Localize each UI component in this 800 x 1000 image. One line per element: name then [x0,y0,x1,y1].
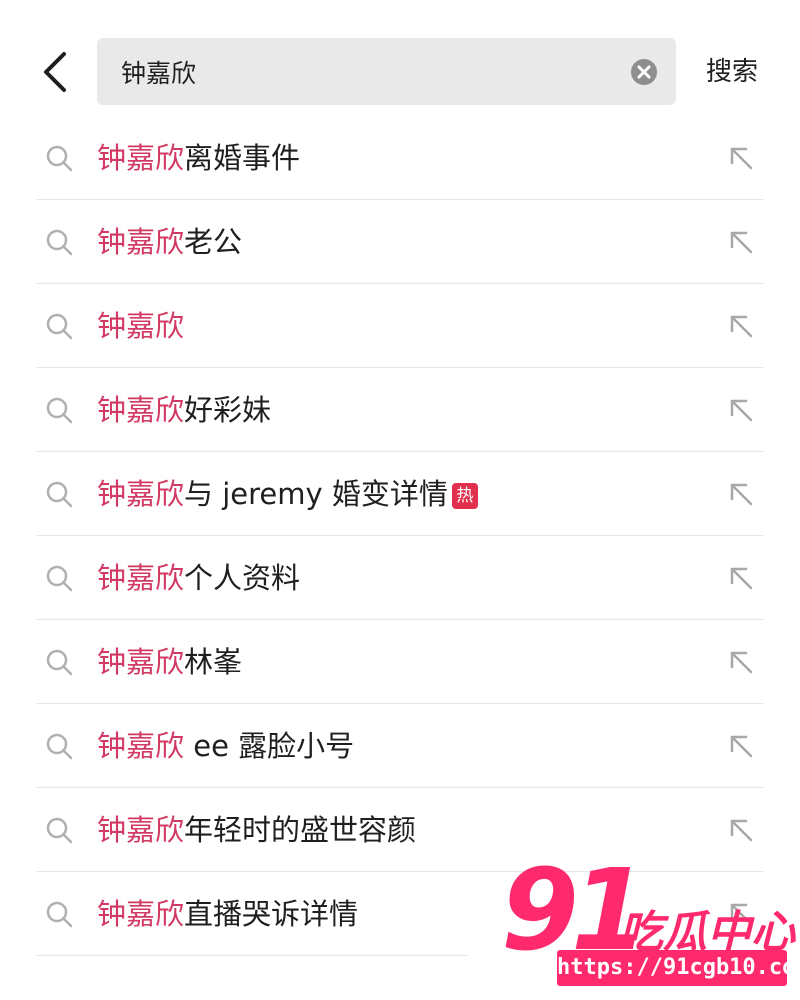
suggestion-keyword: 钟嘉欣 [97,729,185,763]
watermark: 91 吃瓜中心 https://91cgb10.com [497,846,800,1000]
suggestion-item[interactable]: 钟嘉欣与 jeremy 婚变详情热 [0,452,800,536]
suggestion-text: 钟嘉欣好彩妹 [97,388,271,432]
suggestion-item[interactable]: 钟嘉欣年轻时的盛世容颜 [0,788,800,872]
search-field[interactable] [97,38,676,105]
clear-icon[interactable] [630,58,658,86]
search-icon [46,649,73,676]
suggestion-rest: 老公 [184,225,243,259]
suggestion-rest: 直播哭诉详情 [184,897,359,931]
fill-arrow-icon[interactable] [727,312,755,340]
fill-arrow-icon[interactable] [727,144,755,172]
suggestion-rest: 林峯 [184,645,243,679]
suggestion-item[interactable]: 钟嘉欣个人资料 [0,536,800,620]
suggestion-keyword: 钟嘉欣 [97,141,185,175]
suggestion-keyword: 钟嘉欣 [97,897,185,931]
back-arrow-icon[interactable] [36,50,76,94]
suggestion-text: 钟嘉欣与 jeremy 婚变详情热 [97,472,478,516]
suggestion-text: 钟嘉欣老公 [97,220,242,264]
suggestion-item[interactable]: 钟嘉欣老公 [0,200,800,284]
search-icon [46,229,73,256]
search-input[interactable] [121,38,601,105]
search-icon [46,145,73,172]
fill-arrow-icon[interactable] [727,564,755,592]
watermark-url: https://91cgb10.com [557,950,800,986]
fill-arrow-icon[interactable] [727,480,755,508]
suggestion-list: 钟嘉欣离婚事件 钟嘉欣老公 钟嘉欣 钟嘉欣好彩妹 钟嘉欣与 jeremy 婚变详… [0,116,800,956]
suggestion-keyword: 钟嘉欣 [97,309,185,343]
suggestion-item[interactable]: 钟嘉欣 [0,284,800,368]
suggestion-item[interactable]: 钟嘉欣 ee 露脸小号 [0,704,800,788]
suggestion-rest: ee 露脸小号 [184,729,355,763]
fill-arrow-icon[interactable] [727,228,755,256]
fill-arrow-icon[interactable] [727,396,755,424]
suggestion-text: 钟嘉欣个人资料 [97,556,300,600]
suggestion-rest: 个人资料 [184,561,301,595]
suggestion-rest: 好彩妹 [184,393,272,427]
suggestion-keyword: 钟嘉欣 [97,477,185,511]
fill-arrow-icon[interactable] [727,732,755,760]
suggestion-keyword: 钟嘉欣 [97,561,185,595]
suggestion-item[interactable]: 钟嘉欣林峯 [0,620,800,704]
fill-arrow-icon[interactable] [727,816,755,844]
suggestion-keyword: 钟嘉欣 [97,393,185,427]
suggestion-item[interactable]: 钟嘉欣好彩妹 [0,368,800,452]
suggestion-rest: 离婚事件 [184,141,301,175]
suggestion-keyword: 钟嘉欣 [97,225,185,259]
suggestion-text: 钟嘉欣年轻时的盛世容颜 [97,808,416,852]
search-icon [46,901,73,928]
suggestion-text: 钟嘉欣 [97,304,184,348]
suggestion-text: 钟嘉欣林峯 [97,640,242,684]
suggestion-rest: 年轻时的盛世容颜 [184,813,417,847]
fill-arrow-icon[interactable] [727,648,755,676]
suggestion-keyword: 钟嘉欣 [97,645,185,679]
search-icon [46,397,73,424]
search-icon [46,481,73,508]
suggestion-keyword: 钟嘉欣 [97,813,185,847]
divider [36,955,468,956]
search-icon [46,817,73,844]
search-icon [46,565,73,592]
search-header: 搜索 [0,0,800,114]
suggestion-text: 钟嘉欣直播哭诉详情 [97,892,358,936]
search-button[interactable]: 搜索 [706,52,758,92]
suggestion-text: 钟嘉欣离婚事件 [97,136,300,180]
hot-badge: 热 [451,483,478,509]
suggestion-text: 钟嘉欣 ee 露脸小号 [97,724,354,768]
suggestion-rest: 与 jeremy 婚变详情 [184,477,448,511]
search-icon [46,733,73,760]
suggestion-item[interactable]: 钟嘉欣离婚事件 [0,116,800,200]
search-icon [46,313,73,340]
